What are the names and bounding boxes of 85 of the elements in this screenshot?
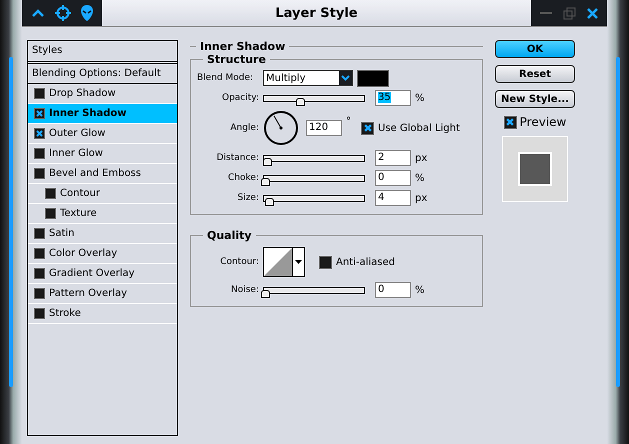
checkbox[interactable]	[34, 168, 45, 179]
unit-label: %	[415, 92, 426, 104]
angle-field[interactable]: 120	[306, 120, 342, 136]
unit-label: °	[346, 116, 351, 127]
field-label: Distance:	[216, 153, 259, 163]
checkbox[interactable]	[45, 208, 56, 219]
chevron-up-icon[interactable]	[31, 8, 45, 18]
value-field[interactable]: 4	[375, 190, 411, 206]
checkbox[interactable]	[361, 122, 374, 134]
checkbox[interactable]	[34, 128, 45, 139]
list-item[interactable]: Inner Glow	[28, 144, 177, 164]
field-label: Size:	[236, 193, 259, 203]
slider-thumb[interactable]	[263, 158, 272, 166]
checkbox[interactable]	[319, 256, 332, 268]
angle-dial[interactable]	[263, 110, 299, 146]
list-item[interactable]: Bevel and Emboss	[28, 164, 177, 184]
group-title: Structure	[206, 53, 267, 66]
list-item[interactable]: Stroke	[28, 304, 177, 324]
checkbox[interactable]	[34, 148, 45, 159]
close-icon[interactable]	[586, 8, 598, 18]
list-item[interactable]: Inner Shadow	[28, 104, 177, 124]
item-label: Outer Glow	[49, 128, 106, 139]
checkbox[interactable]	[34, 308, 45, 319]
item-label: Stroke	[49, 308, 81, 319]
caret-down-icon[interactable]	[295, 260, 302, 264]
dialog-button[interactable]: New Style...	[495, 90, 575, 108]
list-item[interactable]: Blending Options: Default	[28, 64, 177, 84]
item-label: Contour	[60, 188, 100, 199]
item-label: Texture	[60, 208, 97, 219]
field-label: Noise:	[230, 285, 259, 295]
slider-thumb[interactable]	[261, 178, 270, 186]
item-label: Pattern Overlay	[49, 288, 128, 299]
list-item[interactable]: Contour	[28, 184, 177, 204]
slider-thumb[interactable]	[261, 290, 270, 298]
contour-picker[interactable]	[263, 247, 305, 277]
opacity-field[interactable]: 35	[375, 90, 411, 106]
checkbox[interactable]	[34, 268, 45, 279]
checkbox[interactable]	[45, 188, 56, 199]
checkbox-label: Use Global Light	[378, 122, 460, 134]
list-item[interactable]: Gradient Overlay	[28, 264, 177, 284]
unit-label: px	[415, 152, 428, 164]
checkbox-label: Anti-aliased	[336, 256, 396, 268]
checkbox[interactable]	[504, 116, 517, 128]
checkbox-label: Preview	[520, 115, 566, 129]
value-field[interactable]: 2	[375, 150, 411, 166]
list-item[interactable]: Satin	[28, 224, 177, 244]
chevron-down-icon[interactable]	[341, 75, 350, 81]
section-title: Inner Shadow	[199, 40, 286, 53]
slider-thumb[interactable]	[296, 98, 305, 106]
checkbox[interactable]	[34, 108, 45, 119]
list-item[interactable]: Color Overlay	[28, 244, 177, 264]
item-label: Inner Shadow	[49, 108, 126, 119]
item-label: Satin	[49, 228, 75, 239]
list-item[interactable]: Pattern Overlay	[28, 284, 177, 304]
field-label: Opacity:	[221, 93, 259, 103]
list-header: Styles	[28, 41, 177, 64]
slider-thumb[interactable]	[265, 198, 274, 206]
item-label: Inner Glow	[49, 148, 103, 159]
checkbox[interactable]	[34, 248, 45, 259]
checkbox[interactable]	[34, 88, 45, 99]
item-label: Bevel and Emboss	[49, 168, 141, 179]
target-icon[interactable]	[55, 5, 71, 21]
unit-label: px	[415, 192, 428, 204]
field-label: Contour:	[219, 257, 259, 267]
list-item[interactable]: Outer Glow	[28, 124, 177, 144]
group-title: Quality	[206, 229, 253, 242]
item-label: Color Overlay	[49, 248, 118, 259]
dialog-button[interactable]: Reset	[495, 65, 575, 83]
value-field[interactable]: 0	[375, 170, 411, 186]
unit-label: %	[415, 284, 426, 296]
value-field[interactable]: 0	[375, 282, 411, 298]
list-item[interactable]: Texture	[28, 204, 177, 224]
unit-label: %	[415, 172, 426, 184]
color-swatch[interactable]	[357, 70, 389, 86]
preview-thumbnail	[502, 136, 568, 202]
item-label: Drop Shadow	[49, 88, 116, 99]
checkbox[interactable]	[34, 288, 45, 299]
field-label: Choke:	[227, 173, 259, 183]
blend-mode-dropdown[interactable]: Multiply	[263, 70, 353, 86]
item-label: Gradient Overlay	[49, 268, 135, 279]
checkbox[interactable]	[34, 228, 45, 239]
field-label: Blend Mode:	[197, 73, 254, 83]
alien-head-icon[interactable]	[81, 5, 93, 21]
dialog-button[interactable]: OK	[495, 40, 575, 58]
field-label: Angle:	[229, 123, 259, 133]
